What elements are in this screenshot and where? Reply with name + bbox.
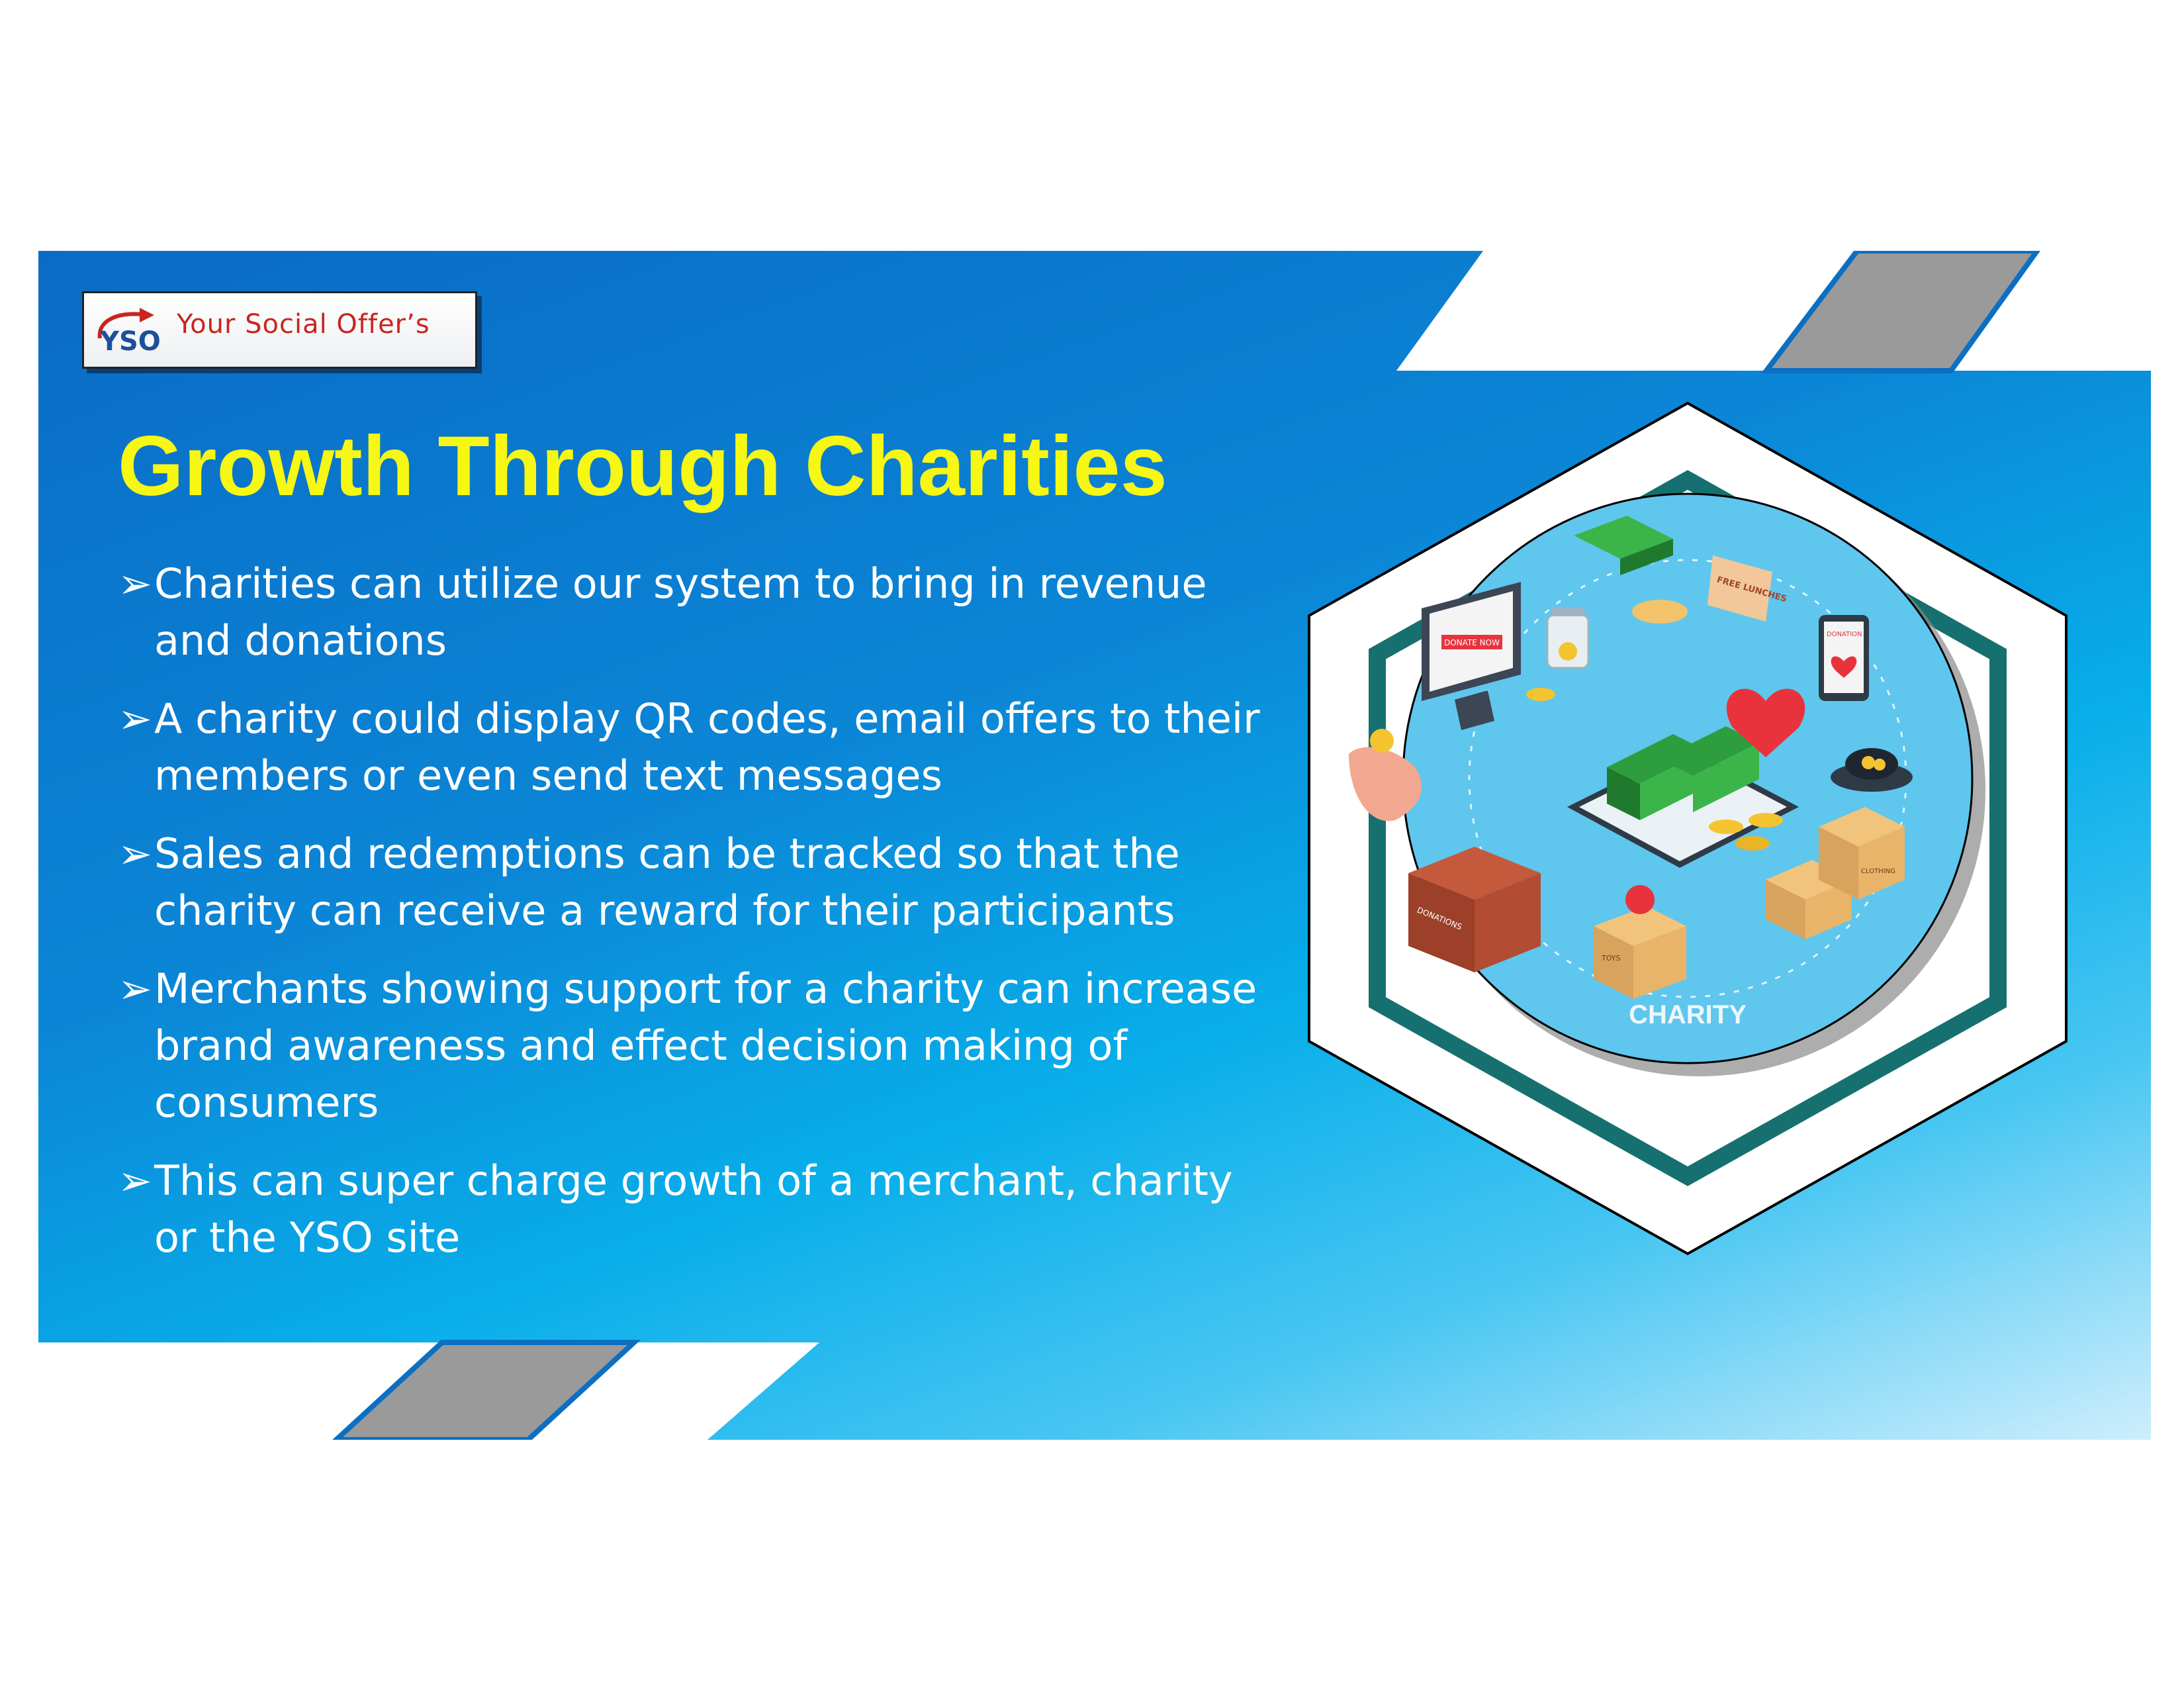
clothing-box-label: CLOTHING — [1861, 868, 1895, 875]
bullet-text: Charities can utilize our system to brin… — [154, 559, 1207, 665]
bullet-arrow-icon: ➢ — [118, 559, 152, 608]
bullet-text: This can super charge growth of a mercha… — [154, 1156, 1233, 1262]
bullet-arrow-icon: ➢ — [118, 1156, 152, 1205]
logo-text: Your Social Offer’s — [177, 309, 430, 340]
bullet-item: ➢ This can super charge growth of a merch… — [118, 1152, 1283, 1266]
bullet-item: ➢ Charities can utilize our system to bri… — [118, 555, 1283, 669]
slide: YSO Your Social Offer’s Growth Through C… — [38, 251, 2151, 1440]
bullet-list: ➢ Charities can utilize our system to bri… — [118, 555, 1283, 1288]
bullet-arrow-icon: ➢ — [118, 829, 152, 878]
bullet-text: Sales and redemptions can be tracked so … — [154, 829, 1180, 935]
logo: YSO Your Social Offer’s — [82, 291, 477, 369]
bullet-item: ➢ A charity could display QR codes, email… — [118, 690, 1283, 804]
bowl-icon — [1632, 600, 1688, 624]
bullet-item: ➢ Merchants showing support for a charity… — [118, 961, 1283, 1131]
bullet-item: ➢ Sales and redemptions can be tracked so… — [118, 825, 1283, 939]
toys-box-label: TOYS — [1601, 954, 1620, 962]
donation-box-icon: DONATIONS — [1408, 847, 1541, 972]
slide-title: Growth Through Charities — [118, 419, 1167, 514]
yso-logo-icon: YSO — [97, 308, 161, 354]
bullet-text: A charity could display QR codes, email … — [154, 694, 1260, 800]
logo-badge: YSO — [99, 326, 161, 354]
top-white-band — [1396, 251, 2151, 371]
bullet-arrow-icon: ➢ — [118, 964, 152, 1013]
bullet-text: Merchants showing support for a charity … — [154, 964, 1257, 1127]
donation-jar-icon — [1546, 607, 1590, 669]
bullet-arrow-icon: ➢ — [118, 694, 152, 743]
charity-hexagon-graphic: DONATE NOW FREE LUNCHES DONATION DONATIO… — [1308, 401, 2068, 1256]
donation-screen-label: DONATION — [1827, 631, 1862, 638]
phone-icon: DONATION — [1819, 615, 1869, 701]
donate-now-label: DONATE NOW — [1444, 638, 1500, 647]
charity-caption: CHARITY — [1629, 1000, 1747, 1029]
